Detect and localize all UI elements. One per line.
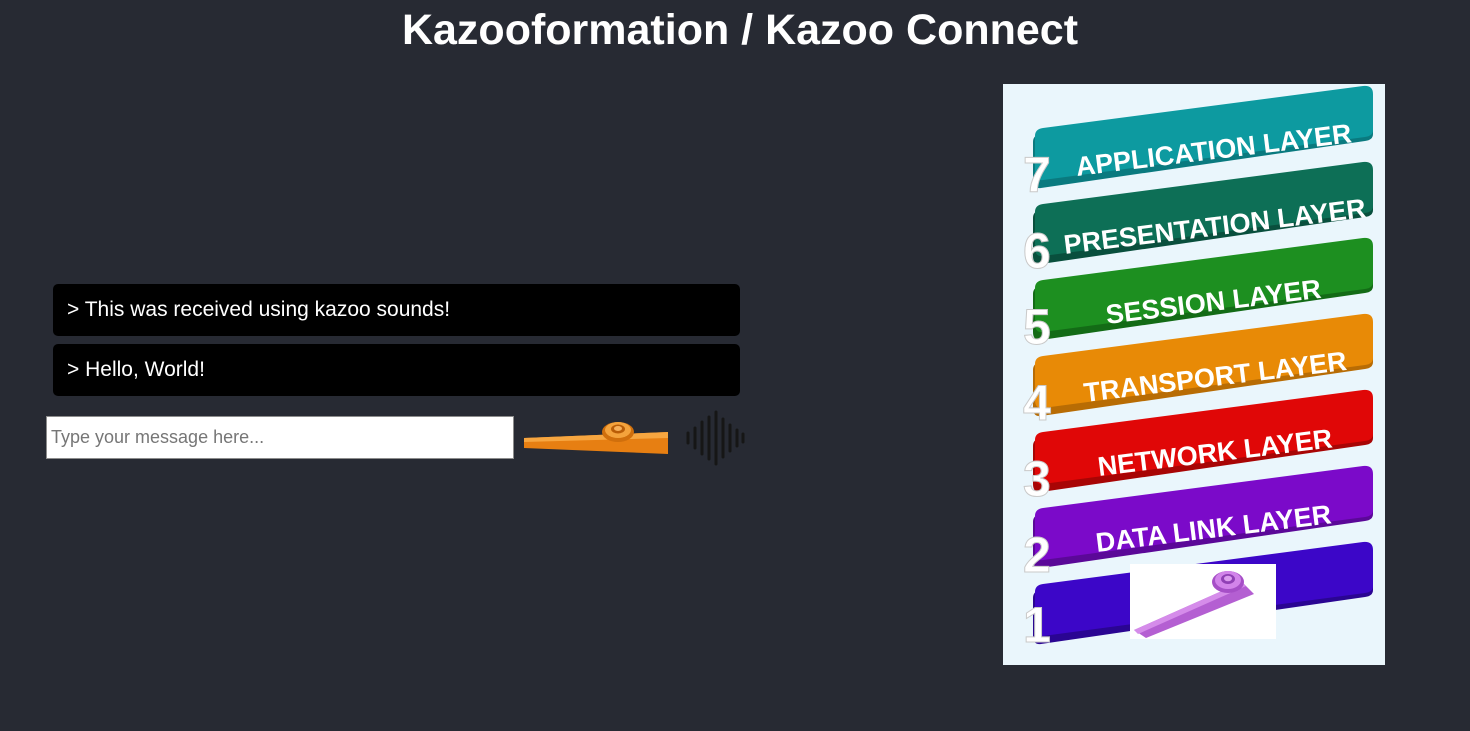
message-input[interactable]	[46, 416, 514, 459]
osi-layer-number: 5	[1023, 299, 1051, 355]
osi-model-poster: 7 APPLICATION LAYER 6 PRESENTATION LAYER…	[1003, 84, 1385, 665]
kazoo-purple-image	[1130, 564, 1276, 639]
chat-message: > This was received using kazoo sounds!	[53, 284, 740, 336]
osi-layer-number: 4	[1023, 375, 1051, 431]
kazoo-icon	[524, 422, 668, 454]
chat-message: > Hello, World!	[53, 344, 740, 396]
osi-layer-number: 1	[1023, 597, 1051, 653]
page-title: Kazooformation / Kazoo Connect	[401, 6, 1079, 54]
osi-layer-number: 7	[1023, 147, 1051, 203]
sound-wave-icon[interactable]	[684, 410, 746, 466]
kazoo-send-button[interactable]	[522, 418, 670, 458]
osi-layer-number: 3	[1023, 451, 1051, 507]
osi-layer-number: 2	[1023, 527, 1051, 583]
kazoo-purple-icon	[1134, 571, 1254, 638]
osi-layer-number: 6	[1023, 223, 1051, 279]
